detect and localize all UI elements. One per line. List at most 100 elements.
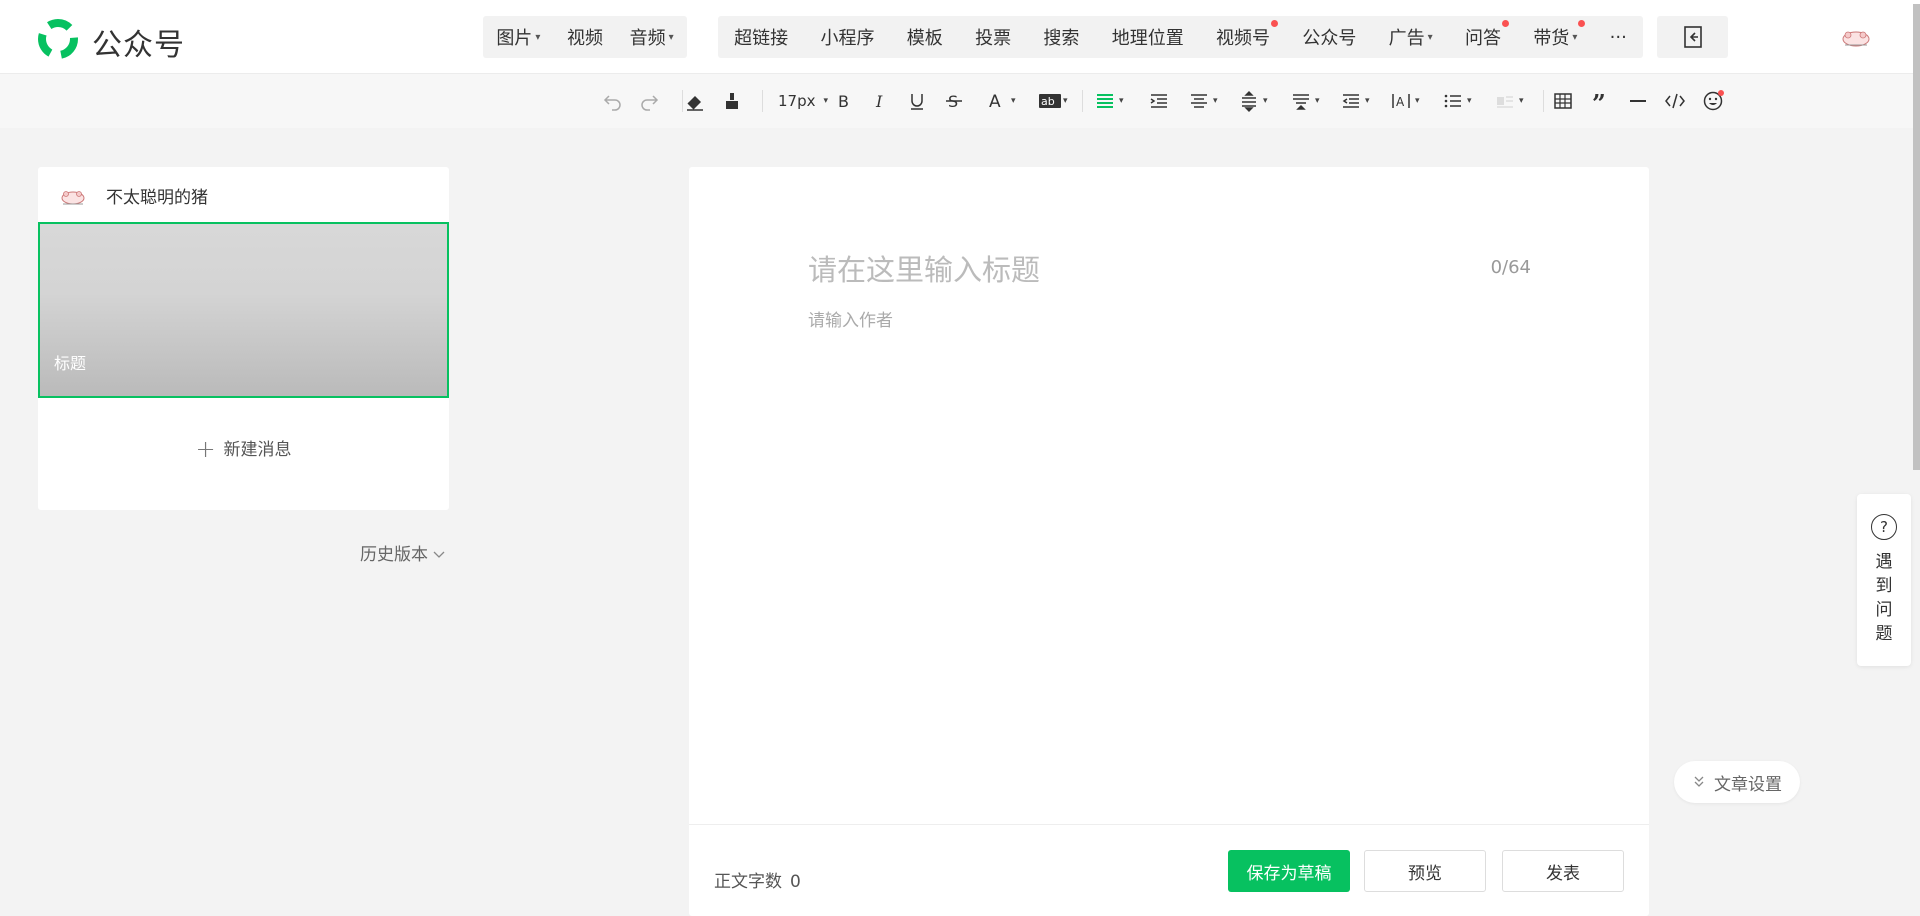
redo-button[interactable] [637, 88, 661, 114]
menu-item-label: 广告 [1388, 28, 1425, 49]
caret-down-icon: ▾ [1263, 96, 1268, 106]
underline-button[interactable] [905, 88, 929, 114]
menu-item[interactable]: 投票 [963, 24, 1023, 50]
insert-menu: 超链接 小程序 模板 投票 搜索 地理位置 视频号 公众号 广告 ▾ 问答 带货 ▾ ··· [718, 16, 1643, 58]
help-label-char: 遇 [1875, 552, 1893, 572]
menu-item[interactable]: 公众号 [1290, 24, 1368, 50]
menu-item[interactable]: 小程序 [808, 24, 886, 50]
background-color-button[interactable]: ab ▾ [1037, 88, 1068, 114]
italic-button[interactable]: I [868, 88, 892, 114]
preview-button[interactable]: 预览 [1364, 850, 1486, 892]
new-message-button[interactable]: + 新建消息 [38, 435, 449, 463]
editor-footer: 正文字数 0 保存为草稿 预览 发表 [689, 824, 1649, 916]
emoji-button[interactable] [1701, 88, 1725, 114]
toolbar-separator [1082, 90, 1083, 112]
editor-panel: 请在这里输入标题 0/64 请输入作者 正文字数 0 保存为草稿 预览 发表 [689, 167, 1649, 916]
user-avatar[interactable] [1838, 25, 1874, 49]
strikethrough-button[interactable]: S [942, 88, 966, 114]
float-button[interactable]: ▾ [1493, 88, 1524, 114]
article-settings-label: 文章设置 [1714, 774, 1782, 795]
caret-down-icon: ▾ [535, 31, 541, 43]
media-menu: 图片 ▾ 视频 音频 ▾ [483, 16, 687, 58]
caret-down-icon: ▾ [1365, 96, 1370, 106]
clear-format-button[interactable] [683, 88, 707, 114]
publish-button[interactable]: 发表 [1502, 850, 1624, 892]
format-painter-button[interactable] [720, 88, 744, 114]
menu-item[interactable]: 模板 [895, 24, 955, 50]
toolbar-separator [1543, 90, 1544, 112]
indent-icon [1150, 94, 1167, 108]
caret-down-icon: ▾ [1213, 96, 1218, 106]
title-input[interactable]: 请在这里输入标题 [808, 247, 1040, 289]
menu-item-label: 公众号 [1302, 28, 1357, 49]
align-justify-icon [1097, 94, 1113, 108]
indent-button[interactable] [1147, 88, 1171, 114]
line-height-button[interactable]: ▾ [1237, 88, 1268, 114]
paragraph-spacing-button[interactable]: ▾ [1289, 88, 1320, 114]
table-icon [1554, 93, 1572, 109]
paragraph-spacing-icon [1293, 94, 1309, 110]
align-justify-button[interactable]: ▾ [1093, 88, 1124, 114]
menu-item[interactable]: 搜索 [1031, 24, 1091, 50]
background-color-icon: ab [1039, 94, 1061, 108]
menu-item[interactable]: 视频 [555, 24, 615, 50]
word-count-value: 0 [790, 872, 801, 892]
format-painter-icon [726, 93, 738, 109]
more-icon[interactable]: ··· [1598, 27, 1639, 48]
menu-item[interactable]: 图片 ▾ [484, 24, 552, 50]
help-label: 遇到问题 [1857, 550, 1911, 646]
bold-button[interactable]: B [831, 88, 855, 114]
divider-icon [1630, 100, 1646, 102]
menu-item[interactable]: 音频 ▾ [618, 24, 686, 50]
divider-button[interactable] [1626, 88, 1650, 114]
align-center-button[interactable]: ▾ [1187, 88, 1218, 114]
save-draft-button[interactable]: 保存为草稿 [1228, 850, 1350, 892]
new-message-label: 新建消息 [223, 440, 292, 460]
menu-item[interactable]: 超链接 [722, 24, 800, 50]
svg-text:A: A [989, 92, 1001, 112]
menu-item-label: 小程序 [820, 28, 875, 49]
menu-item[interactable]: 带货 ▾ [1521, 20, 1589, 50]
caret-down-icon: ▾ [823, 96, 829, 106]
help-widget[interactable]: ? 遇到问题 [1857, 494, 1911, 666]
svg-text:ab: ab [1041, 95, 1055, 108]
undo-icon [603, 95, 621, 111]
list-button[interactable]: ▾ [1441, 88, 1472, 114]
bold-icon: B [838, 92, 849, 111]
align-center-icon [1191, 94, 1207, 108]
caret-down-icon: ▾ [1119, 96, 1124, 106]
outdent-icon [1342, 94, 1359, 108]
menu-item-label: 模板 [906, 28, 943, 49]
word-count-label: 正文字数 [714, 872, 782, 892]
notification-dot [1271, 20, 1279, 27]
menu-item[interactable]: 问答 [1453, 20, 1513, 50]
font-color-icon: A [989, 92, 1001, 112]
svg-text:”: ” [1592, 90, 1606, 112]
code-icon [1665, 93, 1685, 109]
outdent-button[interactable]: ▾ [1339, 88, 1370, 114]
article-settings-button[interactable]: 文章设置 [1674, 761, 1800, 803]
font-color-button[interactable]: A ▾ [985, 88, 1016, 114]
code-button[interactable] [1663, 88, 1687, 114]
table-button[interactable] [1551, 88, 1575, 114]
redo-icon [641, 95, 659, 111]
letter-spacing-button[interactable]: A ▾ [1389, 88, 1420, 114]
toolbar-separator [682, 90, 683, 112]
underline-icon [911, 94, 923, 110]
author-input[interactable]: 请输入作者 [808, 306, 893, 331]
line-height-icon [1242, 91, 1256, 112]
history-version-button[interactable]: 历史版本 [360, 540, 445, 565]
menu-item[interactable]: 地理位置 [1100, 24, 1196, 50]
svg-text:I: I [875, 92, 883, 111]
article-cover-card[interactable]: 标题 [38, 222, 449, 398]
undo-button[interactable] [601, 88, 625, 114]
menu-item[interactable]: 广告 ▾ [1377, 24, 1445, 50]
top-bar: 公众号 图片 ▾ 视频 音频 ▾ 超链接 小程序 模板 投票 搜索 地理位置 视频号 公众号 广告 ▾ 问答… [0, 0, 1920, 74]
font-size-select[interactable]: 17px ▾ [778, 88, 828, 114]
quote-icon: ” [1592, 90, 1606, 112]
menu-item[interactable]: 视频号 [1204, 20, 1282, 50]
quote-button[interactable]: ” [1589, 88, 1613, 114]
exit-editor-button[interactable] [1657, 16, 1728, 58]
scrollbar[interactable] [1913, 4, 1920, 470]
menu-item-label: 搜索 [1043, 28, 1080, 49]
